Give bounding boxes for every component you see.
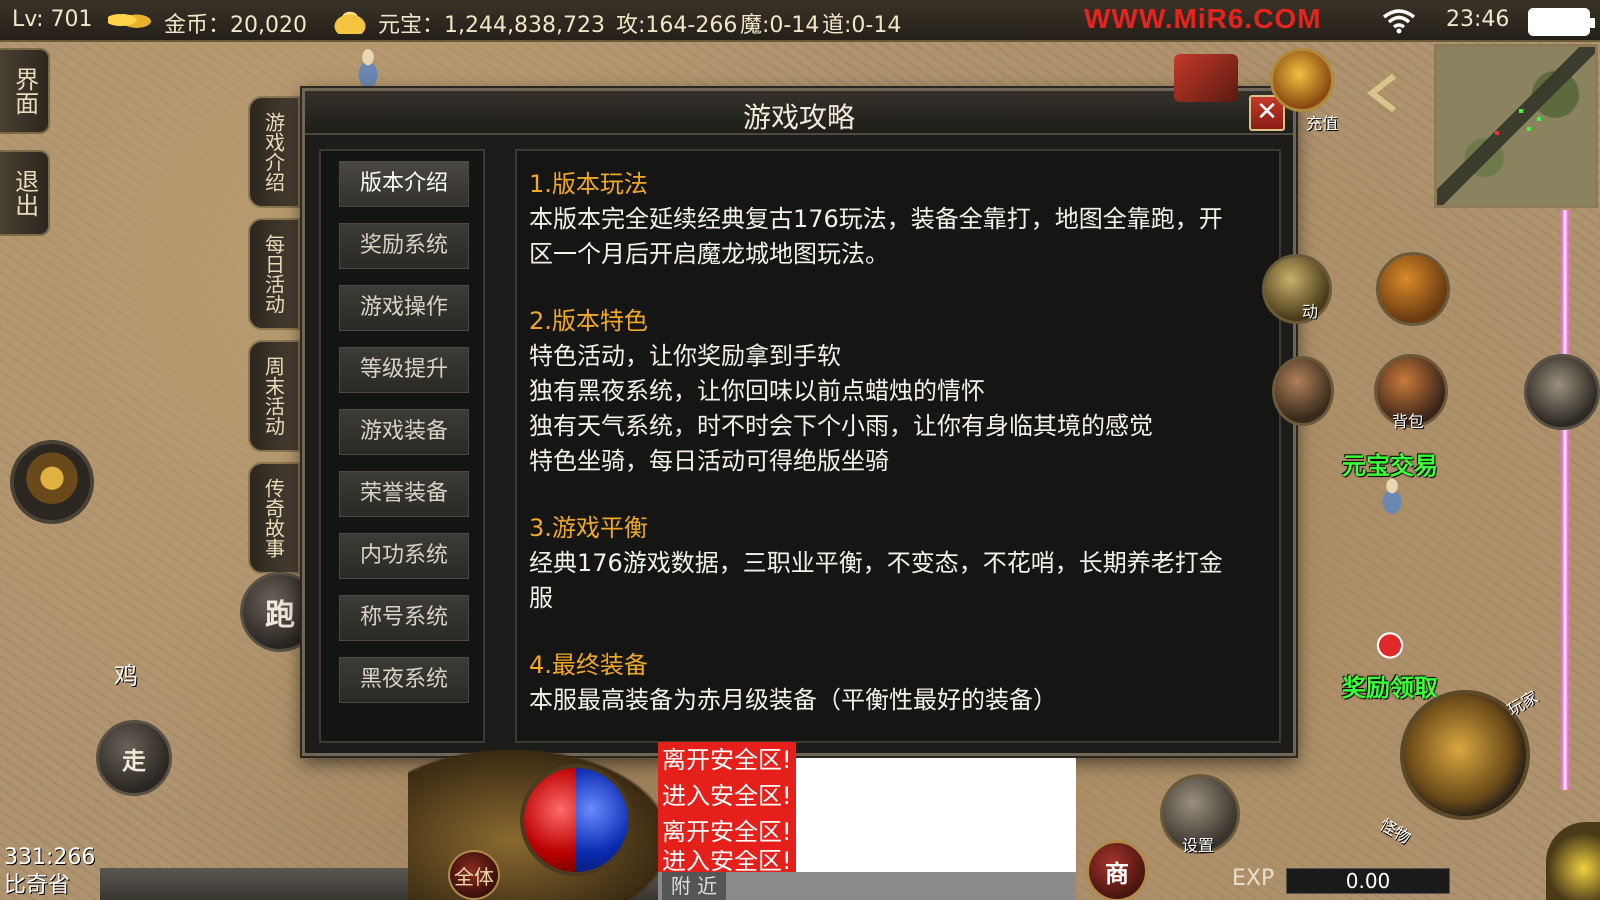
section-line: 本版本完全延续经典复古176玩法，装备全靠打，地图全靠跑，开 [529,205,1223,233]
section-features: 2.版本特色 特色活动，让你奖励拿到手软 独有黑夜系统，让你回味以前点蜡烛的情怀… [529,304,1267,479]
minimap-enemy-dot [1495,131,1499,135]
character-portrait-icon[interactable] [1272,356,1334,426]
section-line: 服 [529,584,553,612]
tab-nearby[interactable]: 附 近 [662,872,726,900]
attack-text: 攻:164-266 [616,13,738,38]
dialog-header: 游戏攻略 ✕ [305,91,1293,135]
coords-value: 331:266 [4,845,96,870]
mp-orb-half [576,768,628,872]
section-gameplay: 1.版本玩法 本版本完全延续经典复古176玩法，装备全靠打，地图全靠跑，开 区一… [529,167,1267,272]
level-text: Lv: 701 [12,7,93,32]
section-line: 经典176游戏数据，三职业平衡，不变态，不花哨，长期养老打金 [529,549,1223,577]
dialog-title: 游戏攻略 [742,101,855,134]
section-line: 区一个月后开启魔龙城地图玩法。 [529,240,889,268]
mount-horse-icon[interactable] [1376,252,1450,326]
battery-icon [1528,8,1595,36]
exp-label: EXP [1232,866,1275,891]
nav-level-up[interactable]: 等级提升 [339,347,469,393]
section-line: 特色坐骑，每日活动可得绝版坐骑 [529,447,889,475]
portal-light-beam [1560,210,1570,790]
section-title: 2.版本特色 [529,307,648,335]
hp-mp-orb [520,764,632,876]
minimap-player-dot [1519,109,1523,113]
compass-shuriken-icon[interactable] [1524,354,1600,430]
nav-game-controls[interactable]: 游戏操作 [339,285,469,331]
gold-coins-icon [108,8,152,32]
tao-text: 道:0-14 [822,13,902,38]
nav-reward-system[interactable]: 奖励系统 [339,223,469,269]
day-night-sun-icon [1546,822,1600,900]
section-title: 4.最终装备 [529,651,648,679]
tab-daily-activity[interactable]: 每日活动 [248,218,300,330]
nav-inner-power-system[interactable]: 内功系统 [339,533,469,579]
game-guide-dialog: 游戏攻略 ✕ 版本介绍 奖励系统 游戏操作 等级提升 游戏装备 荣誉装备 内功系… [302,88,1296,756]
trade-npc[interactable] [1370,474,1414,514]
nav-game-equipment[interactable]: 游戏装备 [339,409,469,455]
santa-npc[interactable] [1368,630,1412,674]
section-title: 1.版本玩法 [529,170,648,198]
minimap-npc-dot [1537,117,1541,121]
gold-text: 金币：20,020 [164,13,307,38]
nav-version-intro[interactable]: 版本介绍 [339,161,469,207]
minimap[interactable] [1434,44,1598,208]
recharge-label: 充值 [1306,114,1339,133]
minimap-npc-dot [1527,127,1531,131]
walk-button[interactable]: 走 [96,720,172,796]
chat-line: 离开安全区! [658,742,796,778]
recharge-icon[interactable] [1270,48,1334,112]
map-name: 比奇省 [4,873,71,898]
tab-legend-story[interactable]: 传奇故事 [248,462,300,574]
nav-honor-equipment[interactable]: 荣誉装备 [339,471,469,517]
bag-label: 背包 [1392,412,1425,431]
section-line: 独有天气系统，时不时会下个小雨，让你有身临其境的感觉 [529,412,1153,440]
chat-log: 离开安全区! 进入安全区! 离开安全区! 进入安全区! [658,742,1076,872]
chat-line: 进入安全区! [658,850,796,872]
settings-label: 设置 [1182,836,1215,855]
section-title: 3.游戏平衡 [529,514,648,542]
activity-label: 动 [1302,302,1319,321]
lion-head-skill-icon[interactable] [10,440,94,524]
tab-game-intro[interactable]: 游戏介绍 [248,96,300,208]
section-line: 独有黑夜系统，让你回味以前点蜡烛的情怀 [529,377,985,405]
exp-bar: 0.00 [1286,868,1450,894]
player-character [346,44,390,88]
attack-mode-button[interactable]: 全体 [448,850,500,900]
section-line: 本服最高装备为赤月级装备（平衡性最好的装备） [529,686,1057,714]
magic-text: 魔:0-14 [740,13,820,38]
shop-button[interactable]: 商 [1086,840,1148,900]
target-monster-label[interactable]: 怪物 [1376,812,1416,849]
section-line: 特色活动，让你奖励拿到手软 [529,342,841,370]
status-bar: Lv: 701 金币：20,020 元宝：1,244,838,723 攻:164… [0,0,1600,42]
section-final-equipment: 4.最终装备 本服最高装备为赤月级装备（平衡性最好的装备） [529,648,1267,718]
collapse-arrow-icon[interactable] [1360,70,1406,116]
yuanbao-text: 元宝：1,244,838,723 [378,13,605,38]
nav-title-system[interactable]: 称号系统 [339,595,469,641]
chicken-label: 鸡 [114,662,138,690]
interface-button[interactable]: 界面 [0,48,50,134]
yuanbao-ingot-icon [326,8,374,34]
hp-orb-half [524,768,576,872]
chat-channel-tabs: 附 近 [658,872,1076,900]
clock-text: 23:46 [1446,7,1510,32]
guide-content: 1.版本玩法 本版本完全延续经典复古176玩法，装备全靠打，地图全靠跑，开 区一… [515,149,1281,743]
chat-line: 进入安全区! [658,778,796,814]
section-balance: 3.游戏平衡 经典176游戏数据，三职业平衡，不变态，不花哨，长期养老打金 服 [529,511,1267,616]
tab-weekend-activity[interactable]: 周末活动 [248,340,300,452]
wifi-icon [1382,9,1416,34]
chat-line: 离开安全区! [658,814,796,850]
coordinates-text: 331:266 比奇省 [4,844,95,900]
guide-nav-list: 版本介绍 奖励系统 游戏操作 等级提升 游戏装备 荣誉装备 内功系统 称号系统 … [319,149,485,743]
activity-sword-icon[interactable] [1262,254,1332,324]
nav-night-system[interactable]: 黑夜系统 [339,657,469,703]
event-banner-icon[interactable] [1174,54,1238,102]
site-watermark: WWW.MiR6.COM [1084,3,1322,34]
exit-button[interactable]: 退出 [0,150,50,236]
